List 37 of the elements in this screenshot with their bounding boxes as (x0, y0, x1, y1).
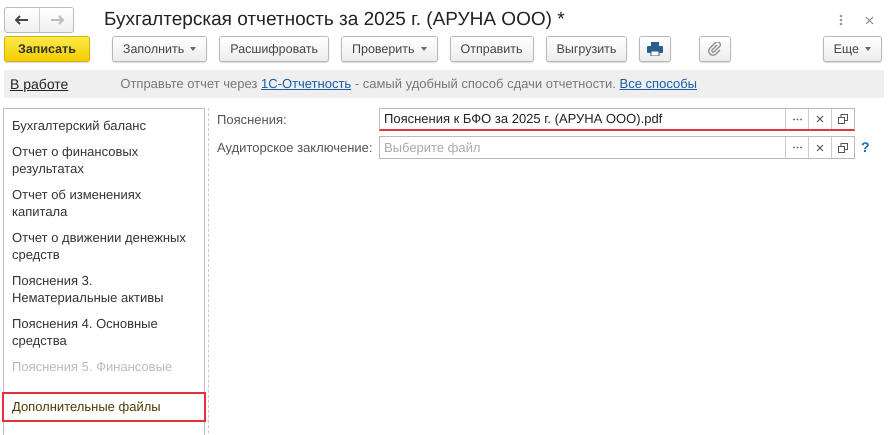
toolbar-button[interactable]: Отправить (450, 36, 534, 62)
more-button[interactable]: Еще (822, 36, 882, 62)
save-button[interactable]: Записать (4, 36, 90, 62)
status-link[interactable]: В работе (10, 74, 68, 94)
close-icon (816, 144, 824, 152)
file-field[interactable]: Выберите файл (379, 136, 855, 159)
field-label: Аудиторское заключение: (217, 138, 374, 157)
ellipsis-icon (792, 146, 802, 149)
paperclip-icon (708, 42, 722, 56)
arrow-left-icon (15, 15, 29, 25)
help-link[interactable]: ? (861, 137, 870, 158)
window-title: Бухгалтерская отчетность за 2025 г. (АРУНА ООО) * (104, 8, 565, 32)
toolbar-button[interactable]: Заполнить (112, 36, 208, 62)
all-methods-link[interactable]: Все способы (620, 76, 697, 92)
windows-icon (838, 114, 848, 124)
kebab-menu-icon[interactable] (839, 14, 843, 26)
toolbar-button[interactable]: Выгрузить (546, 36, 628, 62)
close-icon (816, 115, 824, 123)
section-item[interactable]: Отчет о движении денежных средств (4, 225, 204, 268)
field-label: Пояснения: (217, 110, 288, 129)
printer-icon (647, 42, 664, 56)
toolbar-button[interactable]: Проверить (341, 36, 438, 62)
close-icon[interactable] (865, 16, 874, 24)
toolbar-button[interactable]: Расшифровать (219, 36, 330, 62)
section-item[interactable]: Пояснения 4. Основные средства (4, 311, 204, 354)
arrow-right-icon (50, 15, 64, 25)
reporting-link[interactable]: 1С-Отчетность (261, 76, 352, 92)
file-field[interactable]: Пояснения к БФО за 2025 г. (АРУНА ООО).pdf (379, 108, 855, 131)
info-message: Отправьте отчет через 1С-Отчетность - самый удобный способ сдачи отчетности. Все способы (120, 75, 697, 94)
print-button[interactable] (639, 36, 672, 62)
section-item[interactable]: Бухгалтерский баланс (4, 113, 204, 139)
section-item[interactable]: Пояснения 3. Нематериальные активы (4, 268, 204, 311)
section-item[interactable]: Отчет о финансовых результатах (4, 139, 204, 182)
section-item[interactable]: Отчет об изменениях капитала (4, 182, 204, 225)
attach-button[interactable] (699, 36, 732, 62)
ellipsis-icon (792, 118, 802, 120)
windows-icon (838, 142, 848, 152)
